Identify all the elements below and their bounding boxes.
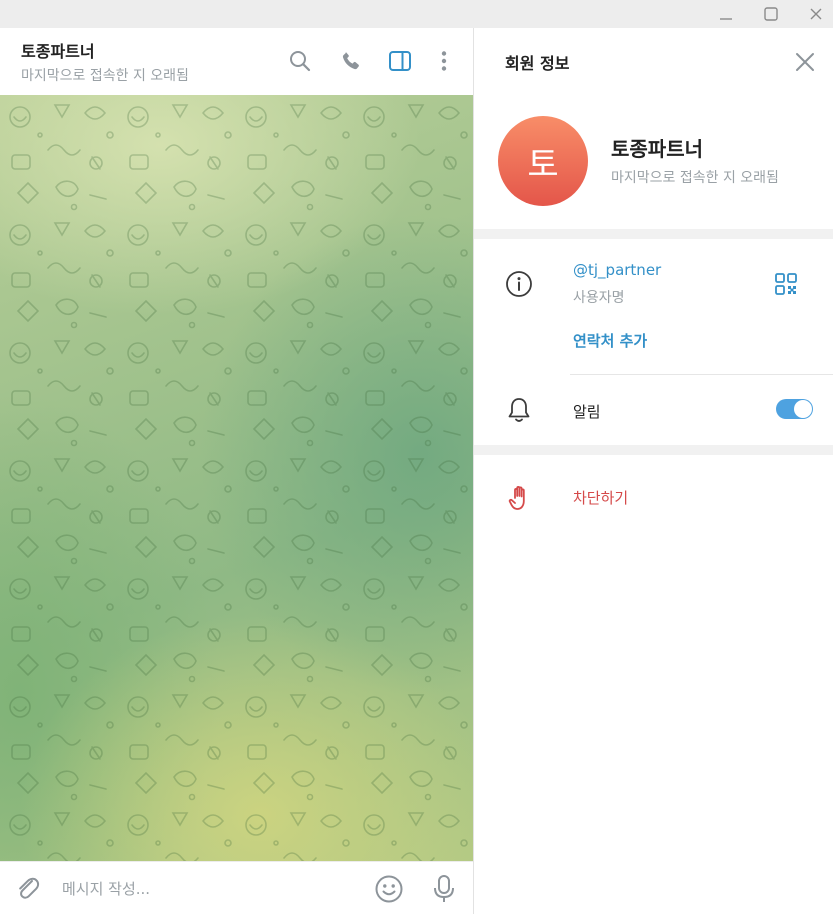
emoji-icon[interactable] [374,874,404,904]
chat-header[interactable]: 토종파트너 마지막으로 접속한 지 오래됨 [0,28,473,95]
row-separator [570,374,833,375]
paperclip-icon[interactable] [14,875,42,903]
window-titlebar [0,0,833,28]
bell-icon [504,395,534,425]
microphone-icon[interactable] [430,874,458,904]
chat-pane: 토종파트너 마지막으로 접속한 지 오래됨 [0,28,474,914]
add-contact-button[interactable]: 연락처 추가 [573,330,647,351]
qr-code-icon[interactable] [774,272,798,296]
sidebar-toggle-icon [389,51,411,71]
user-info-panel: 회원 정보 토 토종파트너 마지막으로 접속한 지 오래됨 @tj_partne… [474,28,833,914]
username-link[interactable]: @tj_partner [573,261,661,279]
call-button[interactable] [338,48,364,74]
avatar-letter: 토 [527,144,559,185]
notifications-toggle[interactable] [776,399,813,419]
toggle-info-panel-button[interactable] [387,48,413,74]
block-user-button[interactable]: 차단하기 [573,487,628,508]
more-menu-button[interactable] [431,48,457,74]
close-icon [796,53,814,71]
more-vertical-icon [441,51,447,71]
hand-stop-icon [505,483,535,513]
minimize-button[interactable] [703,0,749,28]
avatar[interactable]: 토 [498,116,588,206]
panel-title: 회원 정보 [505,54,570,73]
username-label: 사용자명 [573,290,625,306]
message-input[interactable] [62,876,352,902]
search-icon [290,51,311,72]
search-button[interactable] [287,48,313,74]
toggle-knob [794,400,812,418]
maximize-icon [764,7,778,21]
section-divider [474,229,833,239]
chat-wallpaper [0,95,473,861]
chat-last-seen-status: 마지막으로 접속한 지 오래됨 [21,68,189,84]
wallpaper-doodle-pattern [0,95,473,861]
profile-status: 마지막으로 접속한 지 오래됨 [611,170,779,186]
section-divider [474,445,833,455]
panel-close-button[interactable] [792,49,818,75]
phone-icon [342,52,359,70]
maximize-button[interactable] [748,0,794,28]
chat-title[interactable]: 토종파트너 [21,38,95,62]
window-close-button[interactable] [793,0,833,28]
notifications-label: 알림 [573,403,601,421]
info-icon [504,269,534,299]
profile-name: 토종파트너 [611,137,703,161]
message-composer [0,861,473,914]
minimize-icon [720,18,732,20]
close-icon [810,8,822,20]
